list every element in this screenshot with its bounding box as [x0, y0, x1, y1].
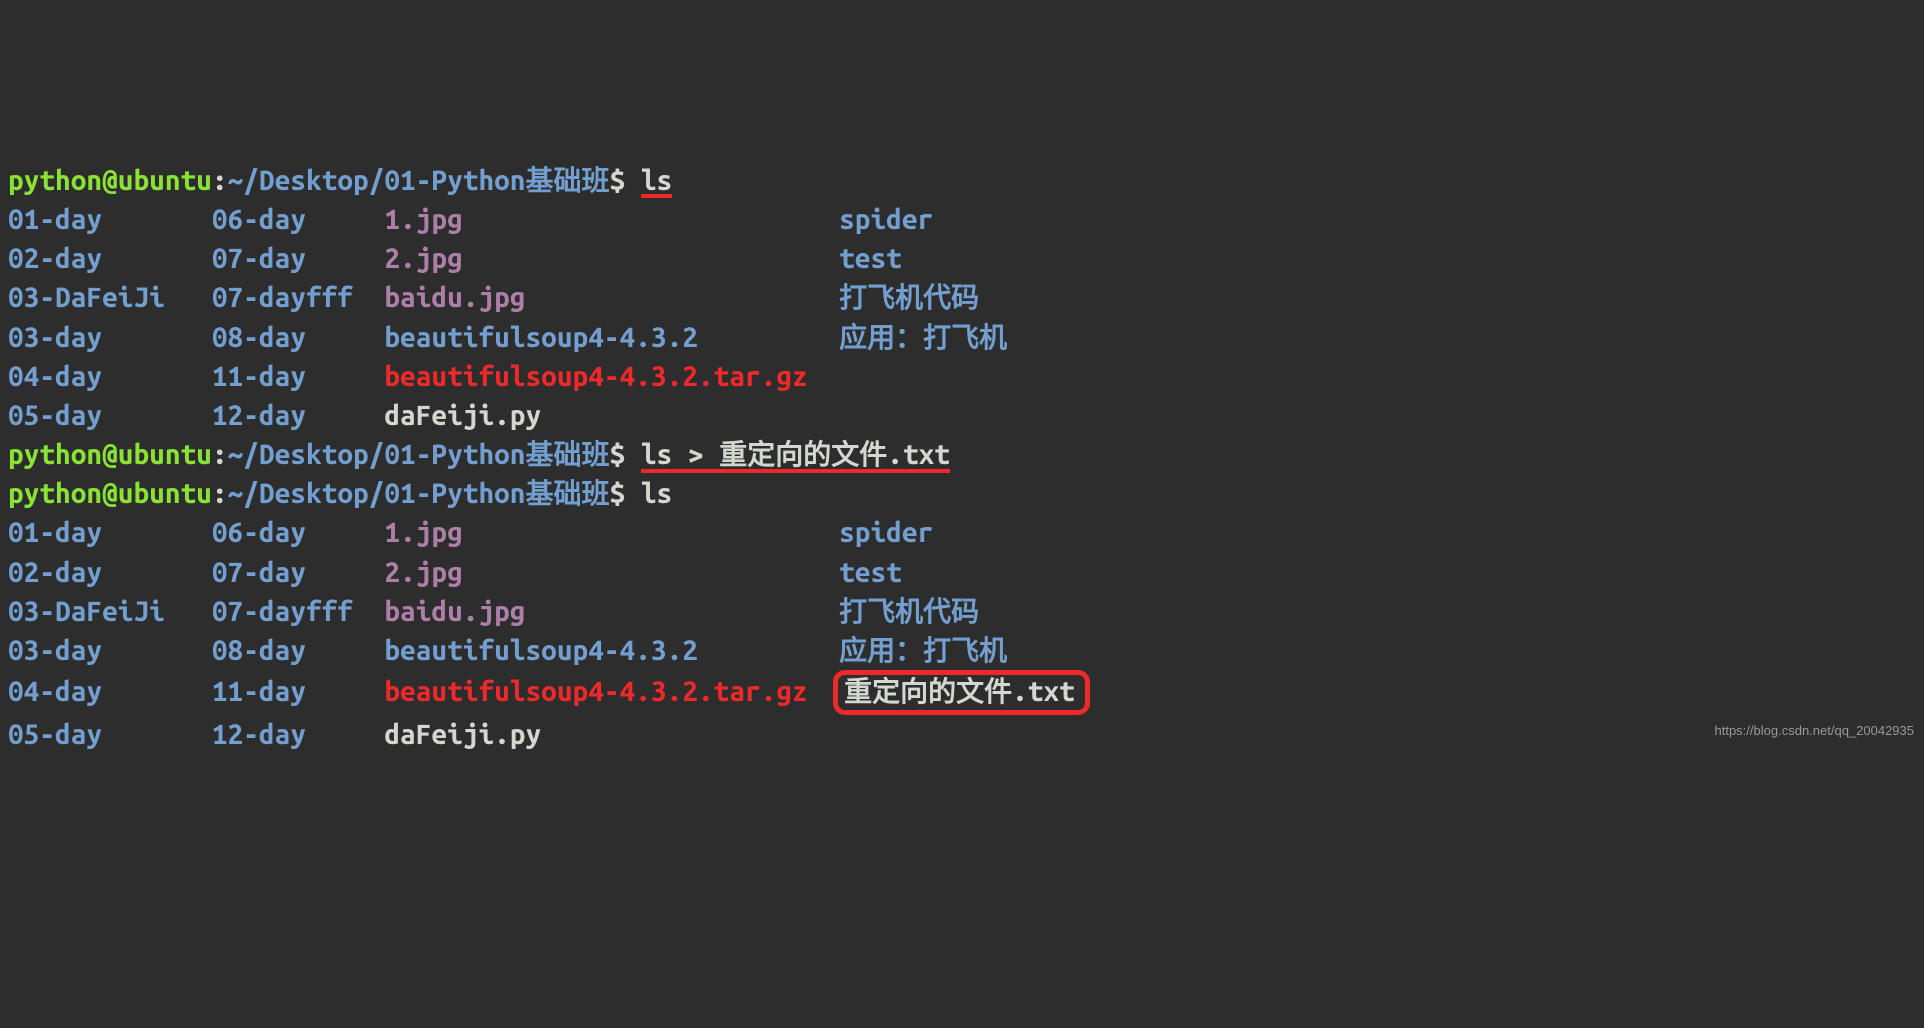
dir-entry: 01-day — [8, 517, 102, 548]
dir-entry: 打飞机代码 — [839, 596, 979, 627]
image-entry: baidu.jpg — [384, 282, 525, 313]
dir-entry: 02-day — [8, 243, 102, 274]
image-entry: 2.jpg — [384, 557, 462, 588]
prompt-at: @ — [102, 165, 118, 196]
dir-entry: 12-day — [212, 400, 306, 431]
dir-entry: 11-day — [212, 676, 306, 707]
dir-entry: 05-day — [8, 719, 102, 750]
prompt-colon: : — [212, 478, 228, 509]
dir-entry: 11-day — [212, 361, 306, 392]
image-entry: 2.jpg — [384, 243, 462, 274]
dir-entry: 应用：打飞机 — [839, 322, 1007, 353]
dir-entry: 01-day — [8, 204, 102, 235]
dir-entry: 07-dayfff — [212, 282, 353, 313]
dir-entry: beautifulsoup4-4.3.2 — [384, 635, 698, 666]
dir-entry: 08-day — [212, 322, 306, 353]
dir-entry: 06-day — [212, 517, 306, 548]
dir-entry: beautifulsoup4-4.3.2 — [384, 322, 698, 353]
ls-row-1: 01-day 06-day 1.jpg spider — [8, 200, 1916, 239]
dir-entry: 03-day — [8, 322, 102, 353]
ls-row-6: 05-day 12-day daFeiji.py — [8, 715, 1916, 754]
prompt-host: ubuntu — [118, 478, 212, 509]
prompt-path: ~/Desktop/01-Python基础班 — [228, 439, 610, 470]
dir-entry: 08-day — [212, 635, 306, 666]
prompt-dollar: $ — [609, 439, 640, 470]
dir-entry: 03-DaFeiJi — [8, 282, 165, 313]
prompt-user: python — [8, 165, 102, 196]
prompt-path: ~/Desktop/01-Python基础班 — [228, 165, 610, 196]
ls-row-5: 04-day 11-day beautifulsoup4-4.3.2.tar.g… — [8, 670, 1916, 715]
dir-entry: 05-day — [8, 400, 102, 431]
ls-row-2: 02-day 07-day 2.jpg test — [8, 239, 1916, 278]
prompt-at: @ — [102, 478, 118, 509]
ls-row-3: 03-DaFeiJi 07-dayfff baidu.jpg 打飞机代码 — [8, 592, 1916, 631]
ls-row-2: 02-day 07-day 2.jpg test — [8, 553, 1916, 592]
archive-entry: beautifulsoup4-4.3.2.tar.gz — [384, 676, 807, 707]
prompt-line-1: python@ubuntu:~/Desktop/01-Python基础班$ ls — [8, 161, 1916, 200]
dir-entry: 03-DaFeiJi — [8, 596, 165, 627]
command-redirect: ls > 重定向的文件.txt — [641, 442, 950, 473]
prompt-colon: : — [212, 165, 228, 196]
archive-entry: beautifulsoup4-4.3.2.tar.gz — [384, 361, 807, 392]
ls-row-3: 03-DaFeiJi 07-dayfff baidu.jpg 打飞机代码 — [8, 278, 1916, 317]
prompt-path: ~/Desktop/01-Python基础班 — [228, 478, 610, 509]
prompt-dollar: $ — [609, 478, 640, 509]
prompt-line-2: python@ubuntu:~/Desktop/01-Python基础班$ ls… — [8, 435, 1916, 474]
ls-row-6: 05-day 12-day daFeiji.py — [8, 396, 1916, 435]
new-file-highlight: 重定向的文件.txt — [833, 670, 1090, 715]
command-ls: ls — [641, 168, 672, 199]
image-entry: 1.jpg — [384, 204, 462, 235]
dir-entry: 打飞机代码 — [839, 282, 979, 313]
prompt-colon: : — [212, 439, 228, 470]
dir-entry: test — [839, 557, 902, 588]
prompt-user: python — [8, 439, 102, 470]
dir-entry: test — [839, 243, 902, 274]
prompt-line-3: python@ubuntu:~/Desktop/01-Python基础班$ ls — [8, 474, 1916, 513]
prompt-host: ubuntu — [118, 165, 212, 196]
dir-entry: 12-day — [212, 719, 306, 750]
ls-row-4: 03-day 08-day beautifulsoup4-4.3.2 应用：打飞… — [8, 318, 1916, 357]
prompt-user: python — [8, 478, 102, 509]
dir-entry: 02-day — [8, 557, 102, 588]
dir-entry: 07-day — [212, 557, 306, 588]
dir-entry: spider — [839, 204, 933, 235]
ls-row-4: 03-day 08-day beautifulsoup4-4.3.2 应用：打飞… — [8, 631, 1916, 670]
dir-entry: 04-day — [8, 676, 102, 707]
dir-entry: 07-day — [212, 243, 306, 274]
dir-entry: 06-day — [212, 204, 306, 235]
image-entry: baidu.jpg — [384, 596, 525, 627]
prompt-dollar: $ — [609, 165, 640, 196]
dir-entry: 应用：打飞机 — [839, 635, 1007, 666]
ls-row-1: 01-day 06-day 1.jpg spider — [8, 513, 1916, 552]
command-ls: ls — [641, 478, 672, 509]
image-entry: 1.jpg — [384, 517, 462, 548]
dir-entry: 03-day — [8, 635, 102, 666]
prompt-at: @ — [102, 439, 118, 470]
ls-row-5: 04-day 11-day beautifulsoup4-4.3.2.tar.g… — [8, 357, 1916, 396]
file-entry: daFeiji.py — [384, 400, 541, 431]
dir-entry: spider — [839, 517, 933, 548]
dir-entry: 04-day — [8, 361, 102, 392]
terminal-output[interactable]: python@ubuntu:~/Desktop/01-Python基础班$ ls… — [8, 161, 1916, 754]
file-entry: daFeiji.py — [384, 719, 541, 750]
dir-entry: 07-dayfff — [212, 596, 353, 627]
watermark: https://blog.csdn.net/qq_20042935 — [1715, 722, 1915, 740]
prompt-host: ubuntu — [118, 439, 212, 470]
